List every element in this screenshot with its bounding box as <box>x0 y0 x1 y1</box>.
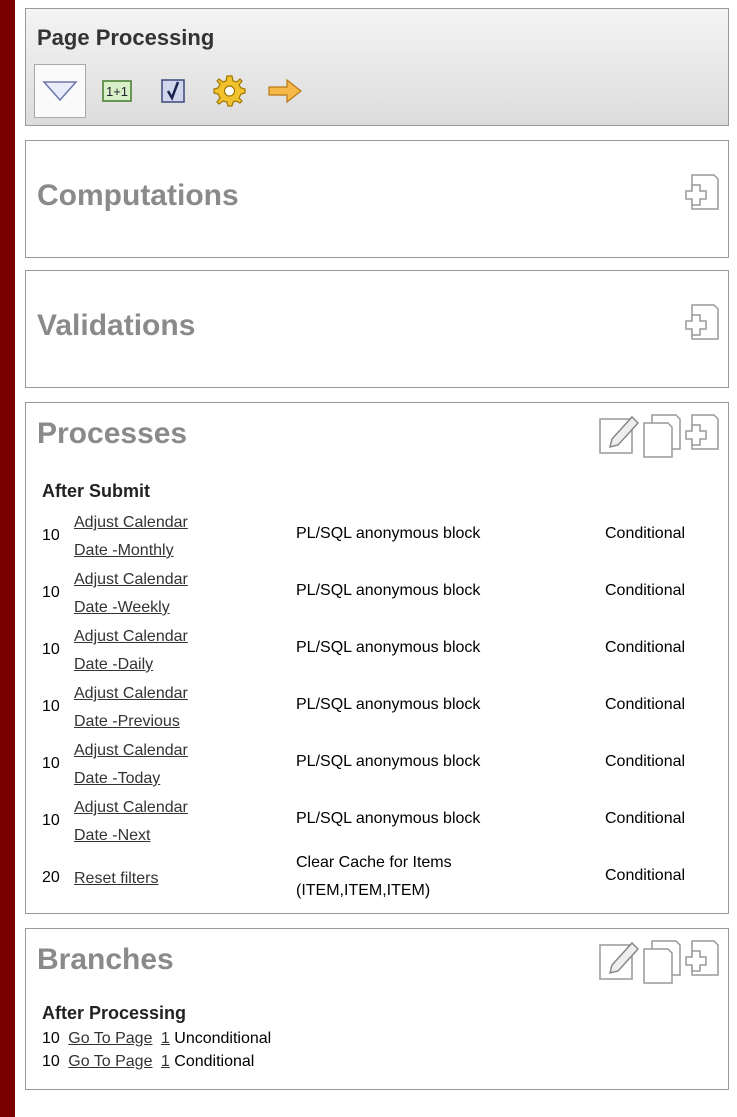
copy-icon[interactable] <box>642 939 682 985</box>
main-canvas: Page Processing 1+1 Computations Validat… <box>15 0 737 1117</box>
add-icon[interactable] <box>684 303 720 349</box>
validations-tools <box>682 303 720 349</box>
gear-icon[interactable] <box>204 66 254 116</box>
branch-link[interactable]: Go To Page <box>68 1030 152 1047</box>
edit-icon[interactable] <box>598 413 640 459</box>
process-seq: 10 <box>42 698 60 715</box>
processes-panel: Processes After Submit 10 Adjust Calenda… <box>25 402 729 914</box>
branch-condition: Conditional <box>174 1053 255 1070</box>
process-link[interactable]: Adjust Calendar Date -Monthly <box>74 514 188 559</box>
branches-panel: Branches After Processing 10 Go To Page … <box>25 928 729 1090</box>
process-link[interactable]: Adjust Calendar Date -Daily <box>74 628 188 673</box>
process-row: 20 Reset filters Clear Cache for Items (I… <box>26 847 728 903</box>
process-name: Reset filters <box>74 865 158 893</box>
process-type: Clear Cache for Items (ITEM,ITEM,ITEM) <box>296 854 452 899</box>
page-processing-title: Page Processing <box>37 25 215 50</box>
processes-group-heading: After Submit <box>42 481 150 501</box>
process-row: 10 Adjust Calendar Date -Daily PL/SQL ano… <box>26 619 728 675</box>
process-link[interactable]: Adjust Calendar Date -Previous <box>74 685 188 730</box>
process-row: 10 Adjust Calendar Date -Today PL/SQL ano… <box>26 733 728 789</box>
branch-page-link[interactable]: 1 <box>161 1030 170 1047</box>
one-plus-one-icon[interactable]: 1+1 <box>92 66 142 116</box>
process-seq: 10 <box>42 812 60 829</box>
branch-link[interactable]: Go To Page <box>68 1053 152 1070</box>
process-name: Adjust Calendar Date -Weekly <box>74 566 188 622</box>
process-name: Adjust Calendar Date -Daily <box>74 623 188 679</box>
branches-tools <box>596 939 720 985</box>
processes-tools <box>596 413 720 459</box>
process-type: PL/SQL anonymous block <box>296 582 481 599</box>
branch-condition: Unconditional <box>174 1030 272 1047</box>
process-type: PL/SQL anonymous block <box>296 753 481 770</box>
process-name: Adjust Calendar Date -Today <box>74 737 188 793</box>
process-link[interactable]: Adjust Calendar Date -Next <box>74 799 188 844</box>
process-condition: Conditional <box>605 582 686 599</box>
process-row: 10 Adjust Calendar Date -Previous PL/SQL … <box>26 676 728 732</box>
branch-row: 10 Go To Page 1 Unconditional <box>42 1030 271 1048</box>
process-name: Adjust Calendar Date -Monthly <box>74 509 188 565</box>
edit-icon[interactable] <box>598 939 640 985</box>
process-row: 10 Adjust Calendar Date -Next PL/SQL anon… <box>26 790 728 846</box>
processes-title: Processes <box>37 417 188 450</box>
process-seq: 20 <box>42 869 60 886</box>
process-seq: 10 <box>42 584 60 601</box>
process-seq: 10 <box>42 755 60 772</box>
branch-seq: 10 <box>42 1030 60 1047</box>
process-condition: Conditional <box>605 867 686 884</box>
branch-seq: 10 <box>42 1053 60 1070</box>
process-condition: Conditional <box>605 810 686 827</box>
branches-title: Branches <box>37 943 174 976</box>
add-icon[interactable] <box>684 413 720 459</box>
computations-tools <box>682 173 720 219</box>
arrow-right-icon[interactable] <box>260 66 310 116</box>
triangle-down-icon[interactable] <box>34 64 86 118</box>
process-row: 10 Adjust Calendar Date -Weekly PL/SQL an… <box>26 562 728 618</box>
process-condition: Conditional <box>605 525 686 542</box>
process-link[interactable]: Reset filters <box>74 870 158 887</box>
page-processing-toolbar: 1+1 <box>34 63 316 119</box>
process-condition: Conditional <box>605 639 686 656</box>
add-icon[interactable] <box>684 173 720 219</box>
validations-title: Validations <box>37 309 196 342</box>
process-row: 10 Adjust Calendar Date -Monthly PL/SQL a… <box>26 505 728 561</box>
checkbox-icon[interactable] <box>148 66 198 116</box>
process-seq: 10 <box>42 527 60 544</box>
branch-page-link[interactable]: 1 <box>161 1053 170 1070</box>
computations-title: Computations <box>37 179 239 212</box>
process-condition: Conditional <box>605 696 686 713</box>
process-link[interactable]: Adjust Calendar Date -Weekly <box>74 571 188 616</box>
page-processing-panel: Page Processing 1+1 <box>25 8 729 126</box>
process-condition: Conditional <box>605 753 686 770</box>
svg-text:1+1: 1+1 <box>106 84 128 99</box>
process-type: PL/SQL anonymous block <box>296 810 481 827</box>
process-name: Adjust Calendar Date -Next <box>74 794 188 850</box>
branch-row: 10 Go To Page 1 Conditional <box>42 1053 254 1071</box>
process-name: Adjust Calendar Date -Previous <box>74 680 188 736</box>
add-icon[interactable] <box>684 939 720 985</box>
process-type: PL/SQL anonymous block <box>296 525 481 542</box>
process-link[interactable]: Adjust Calendar Date -Today <box>74 742 188 787</box>
process-type: PL/SQL anonymous block <box>296 639 481 656</box>
branches-group-heading: After Processing <box>42 1003 187 1023</box>
computations-panel: Computations <box>25 140 729 258</box>
copy-icon[interactable] <box>642 413 682 459</box>
process-type: PL/SQL anonymous block <box>296 696 481 713</box>
process-seq: 10 <box>42 641 60 658</box>
validations-panel: Validations <box>25 270 729 388</box>
